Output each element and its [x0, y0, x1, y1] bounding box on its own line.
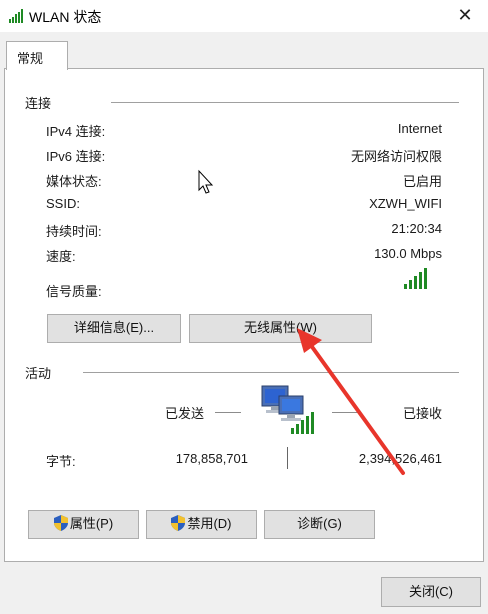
uac-shield-icon [171, 514, 186, 540]
sent-line [215, 412, 241, 413]
speed-label: 速度: [46, 249, 76, 264]
uac-shield-icon [53, 514, 68, 540]
ipv6-value: 无网络访问权限 [350, 149, 442, 164]
tab-general[interactable]: 常规 [6, 41, 68, 70]
tab-general-label: 常规 [17, 51, 44, 66]
ipv4-value: Internet [397, 121, 442, 136]
close-button[interactable]: 关闭(C) [381, 577, 481, 607]
window-title: WLAN 状态 [29, 9, 102, 25]
media-state-value: 已启用 [402, 174, 442, 189]
activity-divider [287, 447, 288, 469]
media-state-label: 媒体状态: [46, 174, 102, 189]
speed-value: 130.0 Mbps [374, 246, 442, 261]
close-icon[interactable]: ✕ [448, 0, 482, 30]
received-label: 已接收 [402, 406, 442, 421]
ipv4-label: IPv4 连接: [46, 124, 106, 139]
connection-separator [111, 102, 459, 103]
properties-button-label: 属性(P) [69, 516, 114, 531]
signal-strength-icon [404, 267, 434, 289]
network-computers-icon [259, 382, 315, 438]
ssid-label: SSID: [46, 196, 80, 211]
duration-value: 21:20:34 [391, 221, 442, 236]
ssid-value: XZWH_WIFI [369, 196, 442, 211]
activity-section-label: 活动 [25, 366, 52, 381]
wifi-signal-icon [9, 9, 25, 26]
received-line [332, 412, 358, 413]
bytes-sent-value: 178,858,701 [175, 451, 248, 466]
title-bar: WLAN 状态 ✕ [0, 0, 488, 32]
properties-button[interactable]: 属性(P) [28, 510, 139, 539]
activity-separator [83, 372, 459, 373]
tab-panel: 连接 IPv4 连接: Internet IPv6 连接: 无网络访问权限 媒体… [4, 68, 484, 562]
disable-button[interactable]: 禁用(D) [146, 510, 257, 539]
bytes-label: 字节: [46, 454, 76, 469]
sent-label: 已发送 [165, 406, 205, 421]
duration-label: 持续时间: [46, 224, 102, 239]
ipv6-label: IPv6 连接: [46, 149, 106, 164]
diagnose-button[interactable]: 诊断(G) [264, 510, 375, 539]
signal-quality-label: 信号质量: [46, 284, 102, 299]
disable-button-label: 禁用(D) [187, 516, 232, 531]
details-button[interactable]: 详细信息(E)... [47, 314, 181, 343]
wireless-properties-button[interactable]: 无线属性(W) [189, 314, 372, 343]
connection-section-label: 连接 [25, 96, 52, 111]
bytes-received-value: 2,394,526,461 [358, 451, 442, 466]
